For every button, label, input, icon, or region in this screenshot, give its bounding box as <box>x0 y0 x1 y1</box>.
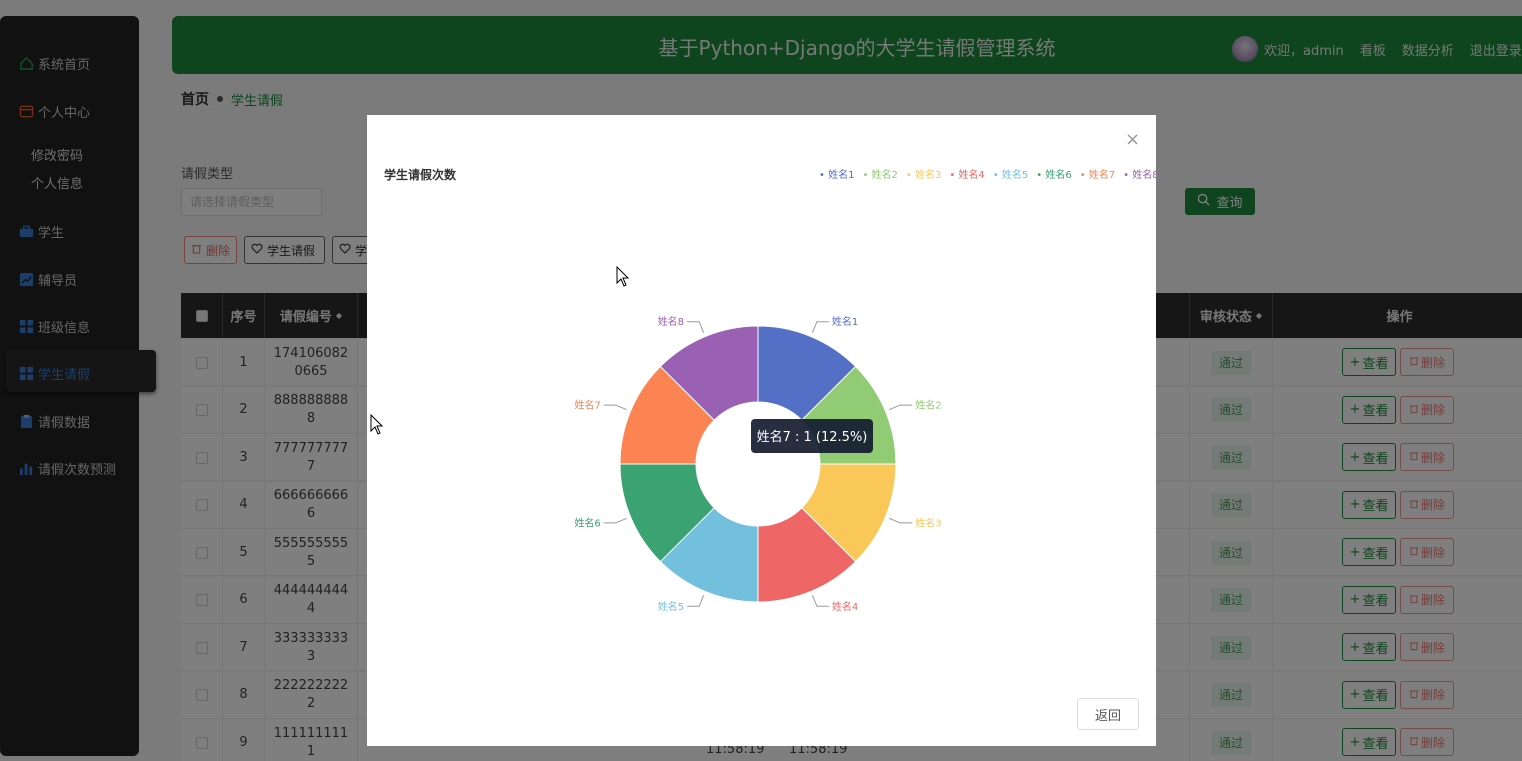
chart-dialog: × 学生请假次数 姓名1姓名2姓名3姓名4姓名5姓名6姓名7姓名8 姓名1姓名2… <box>367 115 1159 746</box>
slice-label: 姓名1 <box>832 315 858 328</box>
mouse-cursor-icon <box>616 266 630 287</box>
slice-label: 姓名4 <box>832 600 858 613</box>
slice-label: 姓名3 <box>915 516 941 529</box>
label-leader-line <box>888 404 913 411</box>
label-leader-line <box>687 321 705 334</box>
slice-label: 姓名2 <box>915 399 941 412</box>
mouse-cursor-icon <box>370 414 384 435</box>
label-leader-line <box>888 517 913 524</box>
slice-label: 姓名7 <box>574 399 600 412</box>
label-leader-line <box>687 594 705 607</box>
label-leader-line <box>603 404 628 411</box>
tooltip-text: 姓名7 : 1 (12.5%) <box>757 429 868 445</box>
label-leader-line <box>811 321 829 334</box>
label-leader-line <box>811 594 829 607</box>
slice-label: 姓名5 <box>658 600 684 613</box>
label-leader-line <box>603 517 628 524</box>
pie-chart: 姓名1 姓名2 姓名3 姓名4 姓名5 姓名6 姓名7 姓名8 姓名7 : 1 (12.5%) <box>574 315 941 613</box>
slice-label: 姓名6 <box>574 516 600 529</box>
chart-tooltip: 姓名7 : 1 (12.5%) <box>751 419 873 453</box>
slice-label: 姓名8 <box>658 315 684 328</box>
back-button[interactable]: 返回 <box>1077 698 1139 730</box>
